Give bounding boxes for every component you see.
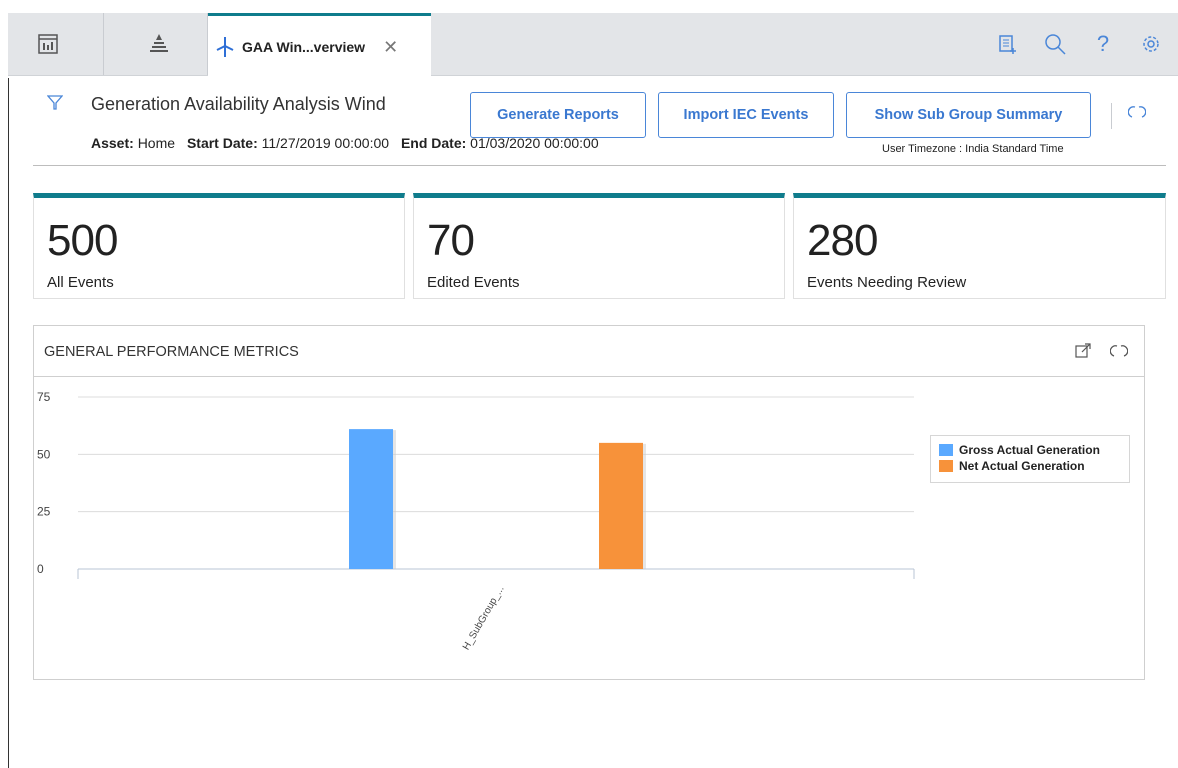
settings-gear-icon[interactable] <box>1138 31 1164 57</box>
y-tick-label: 25 <box>37 505 51 519</box>
legend-label: Net Actual Generation <box>959 459 1085 473</box>
end-date-label: End Date: <box>400 135 467 151</box>
x-tick-label: H_SubGroup_... <box>461 584 507 652</box>
kpi-card-events-needing-review[interactable]: 280 Events Needing Review <box>793 193 1166 299</box>
app-root: GAA Win...verview ✕ ? Generation Availab… <box>0 0 1178 768</box>
tab-dashboard[interactable] <box>16 13 80 75</box>
left-rule <box>8 78 9 768</box>
expand-icon[interactable] <box>1074 342 1092 360</box>
tab-asset-hierarchy[interactable] <box>127 13 191 75</box>
page-title: Generation Availability Analysis Wind <box>91 94 386 114</box>
bar-net <box>599 442 643 569</box>
legend-item-net[interactable]: Net Actual Generation <box>939 458 1121 474</box>
generate-reports-button[interactable]: Generate Reports <box>470 92 646 138</box>
start-date-label: Start Date: <box>186 135 258 151</box>
panel-title: GENERAL PERFORMANCE METRICS <box>44 344 299 360</box>
asset-label: Asset: <box>91 135 134 151</box>
performance-metrics-panel: GENERAL PERFORMANCE METRICS 0 25 50 75 H_Sub… <box>33 325 1145 680</box>
kpi-value: 280 <box>807 216 878 265</box>
wind-turbine-icon <box>216 36 234 57</box>
refresh-icon[interactable] <box>1127 105 1147 122</box>
legend-label: Gross Actual Generation <box>959 443 1100 457</box>
kpi-label: Events Needing Review <box>807 274 967 291</box>
y-tick-label: 0 <box>37 562 44 576</box>
chart-legend: Gross Actual Generation Net Actual Gener… <box>930 435 1130 483</box>
tab-bar: GAA Win...verview ✕ ? <box>8 13 1178 77</box>
user-timezone: User Timezone : India Standard Time <box>882 143 1064 155</box>
kpi-value: 500 <box>47 216 118 265</box>
top-toolbar: ? <box>994 13 1164 75</box>
close-icon[interactable]: ✕ <box>383 38 398 56</box>
notes-icon[interactable] <box>994 31 1020 57</box>
filter-icon[interactable] <box>46 95 64 116</box>
show-sub-group-summary-button[interactable]: Show Sub Group Summary <box>846 92 1091 138</box>
refresh-icon[interactable] <box>1110 342 1128 360</box>
kpi-card-edited-events[interactable]: 70 Edited Events <box>413 193 785 299</box>
panel-header: GENERAL PERFORMANCE METRICS <box>34 326 1144 377</box>
legend-swatch <box>939 460 953 472</box>
bar-gross <box>349 429 393 569</box>
tab-gaa-wind-overview[interactable]: GAA Win...verview ✕ <box>208 13 431 77</box>
performance-chart: 0 25 50 75 H_SubGroup_... <box>37 390 915 652</box>
y-tick-label: 75 <box>37 390 51 404</box>
tab-title: GAA Win...verview <box>242 38 366 55</box>
dashboard-icon <box>38 34 58 54</box>
asset-hierarchy-icon <box>150 34 168 52</box>
asset-value: Home <box>137 135 176 151</box>
legend-item-gross[interactable]: Gross Actual Generation <box>939 442 1121 458</box>
import-iec-events-button[interactable]: Import IEC Events <box>658 92 834 138</box>
search-icon[interactable] <box>1042 31 1068 57</box>
kpi-card-all-events[interactable]: 500 All Events <box>33 193 405 299</box>
start-date-value: 11/27/2019 00:00:00 <box>261 135 390 151</box>
kpi-label: Edited Events <box>427 274 520 291</box>
kpi-value: 70 <box>427 216 475 265</box>
kpi-label: All Events <box>47 274 114 291</box>
help-icon[interactable]: ? <box>1090 31 1116 57</box>
y-tick-label: 50 <box>37 447 51 461</box>
legend-swatch <box>939 444 953 456</box>
